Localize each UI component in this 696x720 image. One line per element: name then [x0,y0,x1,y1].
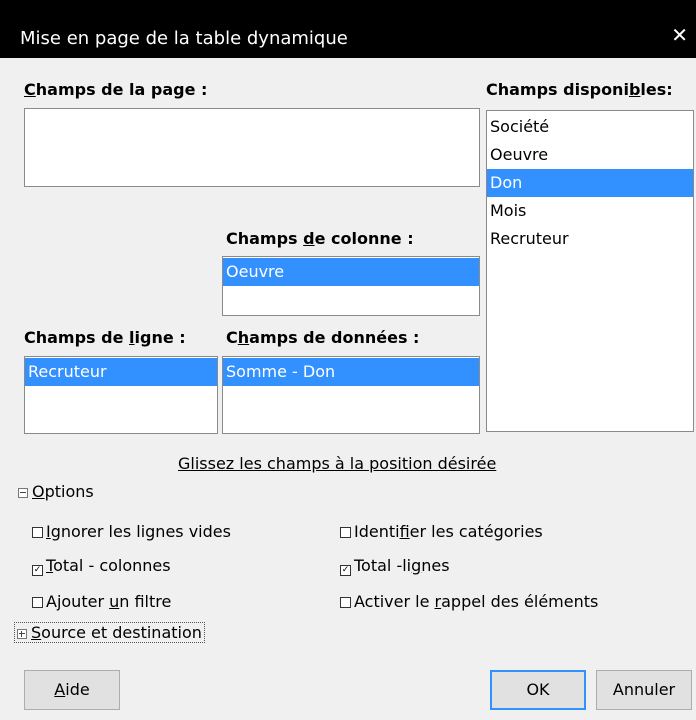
enable-drill-b: appel des éléments [441,592,599,611]
available-fields-label-mnemonic: b [628,80,641,99]
checkbox-unchecked-icon[interactable] [32,527,43,538]
column-field-item-selected[interactable]: Oeuvre [223,258,479,286]
options-expander[interactable]: Options [18,482,94,501]
enable-drill-a: Activer le [354,592,435,611]
available-field-item-selected[interactable]: Don [487,169,693,197]
add-filter-b: n filtre [119,592,172,611]
identify-categories-b: ier les catégories [409,522,543,541]
help-mnemonic: A [54,680,66,699]
checkbox-unchecked-icon[interactable] [32,597,43,608]
identify-categories-mnemonic: f [399,522,410,541]
options-label-mnemonic: O [32,482,45,501]
available-field-item[interactable]: Société [487,113,693,141]
pivot-layout-dialog: Champs de la page : Champs disponibles: … [0,58,696,720]
total-rows-mnemonic: g [411,556,422,575]
available-field-item[interactable]: Recruteur [487,225,693,253]
column-fields-list[interactable]: Oeuvre [222,256,480,316]
column-fields-label-a: Champs [226,229,304,248]
data-field-item-selected[interactable]: Somme - Don [223,358,479,386]
help-label-rest: ide [65,680,90,699]
title-bar: Mise en page de la table dynamique ✕ [0,0,696,58]
identify-categories-checkbox[interactable]: Identifier les catégories [340,522,543,541]
drag-hint: Glissez les champs à la position désirée [178,454,497,473]
expand-icon[interactable] [17,629,27,639]
row-fields-label: Champs de ligne : [24,328,186,347]
window-title: Mise en page de la table dynamique [20,28,348,49]
available-fields-list[interactable]: Société Oeuvre Don Mois Recruteur [486,110,694,432]
enable-drill-checkbox[interactable]: Activer le rappel des éléments [340,592,598,611]
data-fields-label-a: C [226,328,238,347]
data-fields-label-b: amps de données : [249,328,420,347]
page-fields-label-mnemonic: C [24,80,36,99]
page-fields-label: Champs de la page : [24,80,207,99]
row-fields-label-b: igne : [134,328,186,347]
ignore-empty-text: gnorer les lignes vides [50,522,231,541]
collapse-icon[interactable] [18,488,28,498]
total-rows-checkbox[interactable]: ✓ Total -lignes [340,556,450,576]
available-fields-label-a: Champs disponi [486,80,629,99]
row-fields-label-a: Champs de [24,328,130,347]
data-fields-list[interactable]: Somme - Don [222,356,480,434]
row-field-item-selected[interactable]: Recruteur [25,358,217,386]
data-fields-label-mnemonic: h [237,328,250,347]
total-columns-text: otal - colonnes [53,556,171,575]
column-fields-label-b: e colonne : [314,229,414,248]
source-dest-label: ource et destination [41,623,202,642]
column-fields-label: Champs de colonne : [226,229,414,248]
page-fields-label-text: hamps de la page : [35,80,208,99]
data-fields-label: Champs de données : [226,328,419,347]
add-filter-a: Ajouter [46,592,110,611]
ok-button[interactable]: OK [490,670,586,710]
close-icon[interactable]: ✕ [671,25,688,45]
checkbox-unchecked-icon[interactable] [340,597,351,608]
total-columns-mnemonic: T [46,556,54,575]
available-field-item[interactable]: Mois [487,197,693,225]
source-destination-expander[interactable]: Source et destination [14,622,205,643]
total-rows-b: nes [421,556,450,575]
ignore-empty-rows-checkbox[interactable]: Ignorer les lignes vides [32,522,231,541]
add-filter-mnemonic: u [109,592,120,611]
available-fields-label: Champs disponibles: [486,80,673,99]
total-columns-checkbox[interactable]: ✓ Total - colonnes [32,556,171,576]
help-button[interactable]: Aide [24,670,120,710]
cancel-button[interactable]: Annuler [596,670,692,710]
checkbox-checked-icon[interactable]: ✓ [32,565,43,576]
source-dest-mnemonic: S [31,623,42,642]
column-fields-label-mnemonic: d [303,229,315,248]
total-rows-a: Total -li [354,556,412,575]
available-field-item[interactable]: Oeuvre [487,141,693,169]
options-label: ptions [44,482,94,501]
identify-categories-a: Identi [354,522,400,541]
page-fields-list[interactable] [24,108,480,187]
checkbox-unchecked-icon[interactable] [340,527,351,538]
checkbox-checked-icon[interactable]: ✓ [340,565,351,576]
available-fields-label-b: les: [640,80,673,99]
row-fields-list[interactable]: Recruteur [24,356,218,434]
add-filter-checkbox[interactable]: Ajouter un filtre [32,592,171,611]
